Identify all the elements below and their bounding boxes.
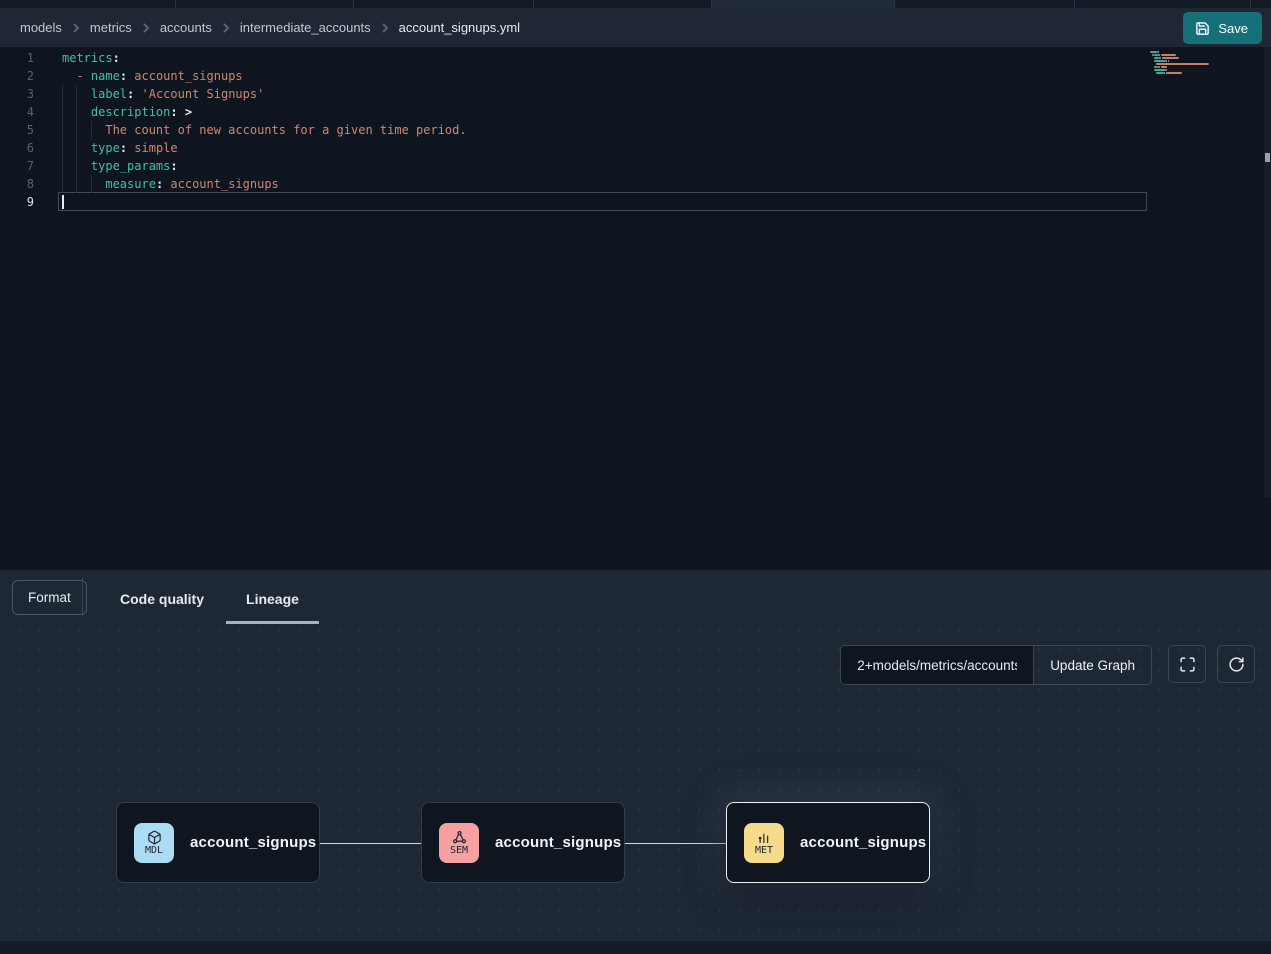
minimap-line [1150,51,1213,53]
editor-tab[interactable] [534,0,712,8]
editor-tab-strip [0,0,1271,8]
breadcrumb-item[interactable]: intermediate_accounts [240,20,371,35]
breadcrumb-item[interactable]: accounts [160,20,212,35]
code-text: label: 'Account Signups' [34,85,264,103]
breadcrumb: models metrics accounts intermediate_accoun… [20,20,520,35]
line-number: 3 [0,85,34,103]
node-type-badge: SEM [439,823,479,863]
minimap-line [1150,54,1213,56]
chevron-right-icon [141,23,151,33]
lineage-edge [320,843,421,845]
node-badge-label: SEM [450,845,468,856]
code-editor[interactable]: 1metrics:2 - name: account_signups3 labe… [0,47,1271,570]
node-label: account_signups [495,834,621,851]
panel-header: Format Code qualityLineage [0,570,1271,627]
editor-tab[interactable] [176,0,354,8]
breadcrumb-item[interactable]: metrics [90,20,132,35]
code-line[interactable]: 5 The count of new accounts for a given … [0,121,1271,139]
chevron-right-icon [380,23,390,33]
model-cube-icon [146,830,163,845]
minimap-line [1150,57,1213,59]
code-text: type: simple [34,139,178,157]
lineage-selector-group: Update Graph [840,645,1152,685]
refresh-button[interactable] [1217,645,1255,683]
code-text: description: > [34,103,192,121]
minimap-line [1150,60,1213,62]
chevron-right-icon [71,23,81,33]
editor-tab[interactable] [1075,0,1251,8]
editor-tab[interactable] [354,0,534,8]
line-number: 2 [0,67,34,85]
lineage-node-sem[interactable]: SEM account_signups [421,802,625,883]
minimap-line [1150,66,1213,68]
update-graph-button[interactable]: Update Graph [1033,646,1151,684]
lineage-canvas[interactable]: Update Graph MDL account_signups SEM accoun… [0,627,1271,941]
tab-code-quality[interactable]: Code quality [99,570,225,627]
code-line[interactable]: 3 label: 'Account Signups' [0,85,1271,103]
lineage-node-mdl[interactable]: MDL account_signups [116,802,320,883]
tab-lineage[interactable]: Lineage [225,570,320,627]
code-text: measure: account_signups [34,175,279,193]
node-type-badge: MET [744,823,784,863]
save-button[interactable]: Save [1183,12,1262,44]
metric-chart-icon [756,830,773,845]
line-number: 4 [0,103,34,121]
editor-tab [1251,0,1271,8]
minimap-line [1150,69,1213,71]
editor-scrollbar[interactable] [1264,47,1271,497]
code-line[interactable]: 8 measure: account_signups [0,175,1271,193]
text-cursor [62,195,64,209]
format-button[interactable]: Format [12,580,87,615]
editor-tab[interactable] [0,0,176,8]
code-line[interactable]: 2 - name: account_signups [0,67,1271,85]
code-text: type_params: [34,157,178,175]
lineage-node-met[interactable]: MET account_signups [726,802,930,883]
code-line[interactable]: 4 description: > [0,103,1271,121]
line-number: 9 [0,193,34,211]
editor-tab-active[interactable] [712,0,895,8]
minimap[interactable] [1150,51,1213,75]
line-number: 7 [0,157,34,175]
breadcrumb-bar: models metrics accounts intermediate_accoun… [0,8,1271,47]
line-number: 5 [0,121,34,139]
minimap-line [1150,63,1213,65]
code-line[interactable]: 7 type_params: [0,157,1271,175]
code-text [34,193,62,211]
code-text: - name: account_signups [34,67,243,85]
refresh-icon [1228,656,1245,673]
node-label: account_signups [190,834,316,851]
minimap-line [1150,72,1213,74]
code-text: metrics: [34,49,120,67]
save-button-label: Save [1218,21,1248,36]
semantic-graph-icon [451,830,468,845]
panel-tabs: Code qualityLineage [99,570,320,627]
breadcrumb-item[interactable]: account_signups.yml [399,20,520,35]
code-lines: 1metrics:2 - name: account_signups3 labe… [0,49,1271,211]
bottom-panel: Format Code qualityLineage Update Graph [0,570,1271,954]
code-line[interactable]: 9 [0,193,1271,211]
header-divider [82,578,83,617]
code-line[interactable]: 6 type: simple [0,139,1271,157]
lineage-selector-input[interactable] [841,646,1033,684]
node-badge-label: MET [755,845,773,856]
ide-window: models metrics accounts intermediate_accoun… [0,0,1271,954]
line-number: 1 [0,49,34,67]
breadcrumb-item[interactable]: models [20,20,62,35]
code-line[interactable]: 1metrics: [0,49,1271,67]
node-type-badge: MDL [134,823,174,863]
chevron-right-icon [221,23,231,33]
scrollbar-thumb[interactable] [1265,153,1270,162]
active-line-box [58,192,1147,211]
fullscreen-button[interactable] [1168,645,1206,683]
line-number: 8 [0,175,34,193]
save-floppy-icon [1195,21,1210,36]
node-label: account_signups [800,834,926,851]
line-number: 6 [0,139,34,157]
lineage-edge [625,843,726,845]
node-badge-label: MDL [145,845,163,856]
code-text: The count of new accounts for a given ti… [34,121,467,139]
fullscreen-icon [1179,656,1196,673]
editor-tab[interactable] [895,0,1075,8]
bottom-strip [0,941,1271,954]
